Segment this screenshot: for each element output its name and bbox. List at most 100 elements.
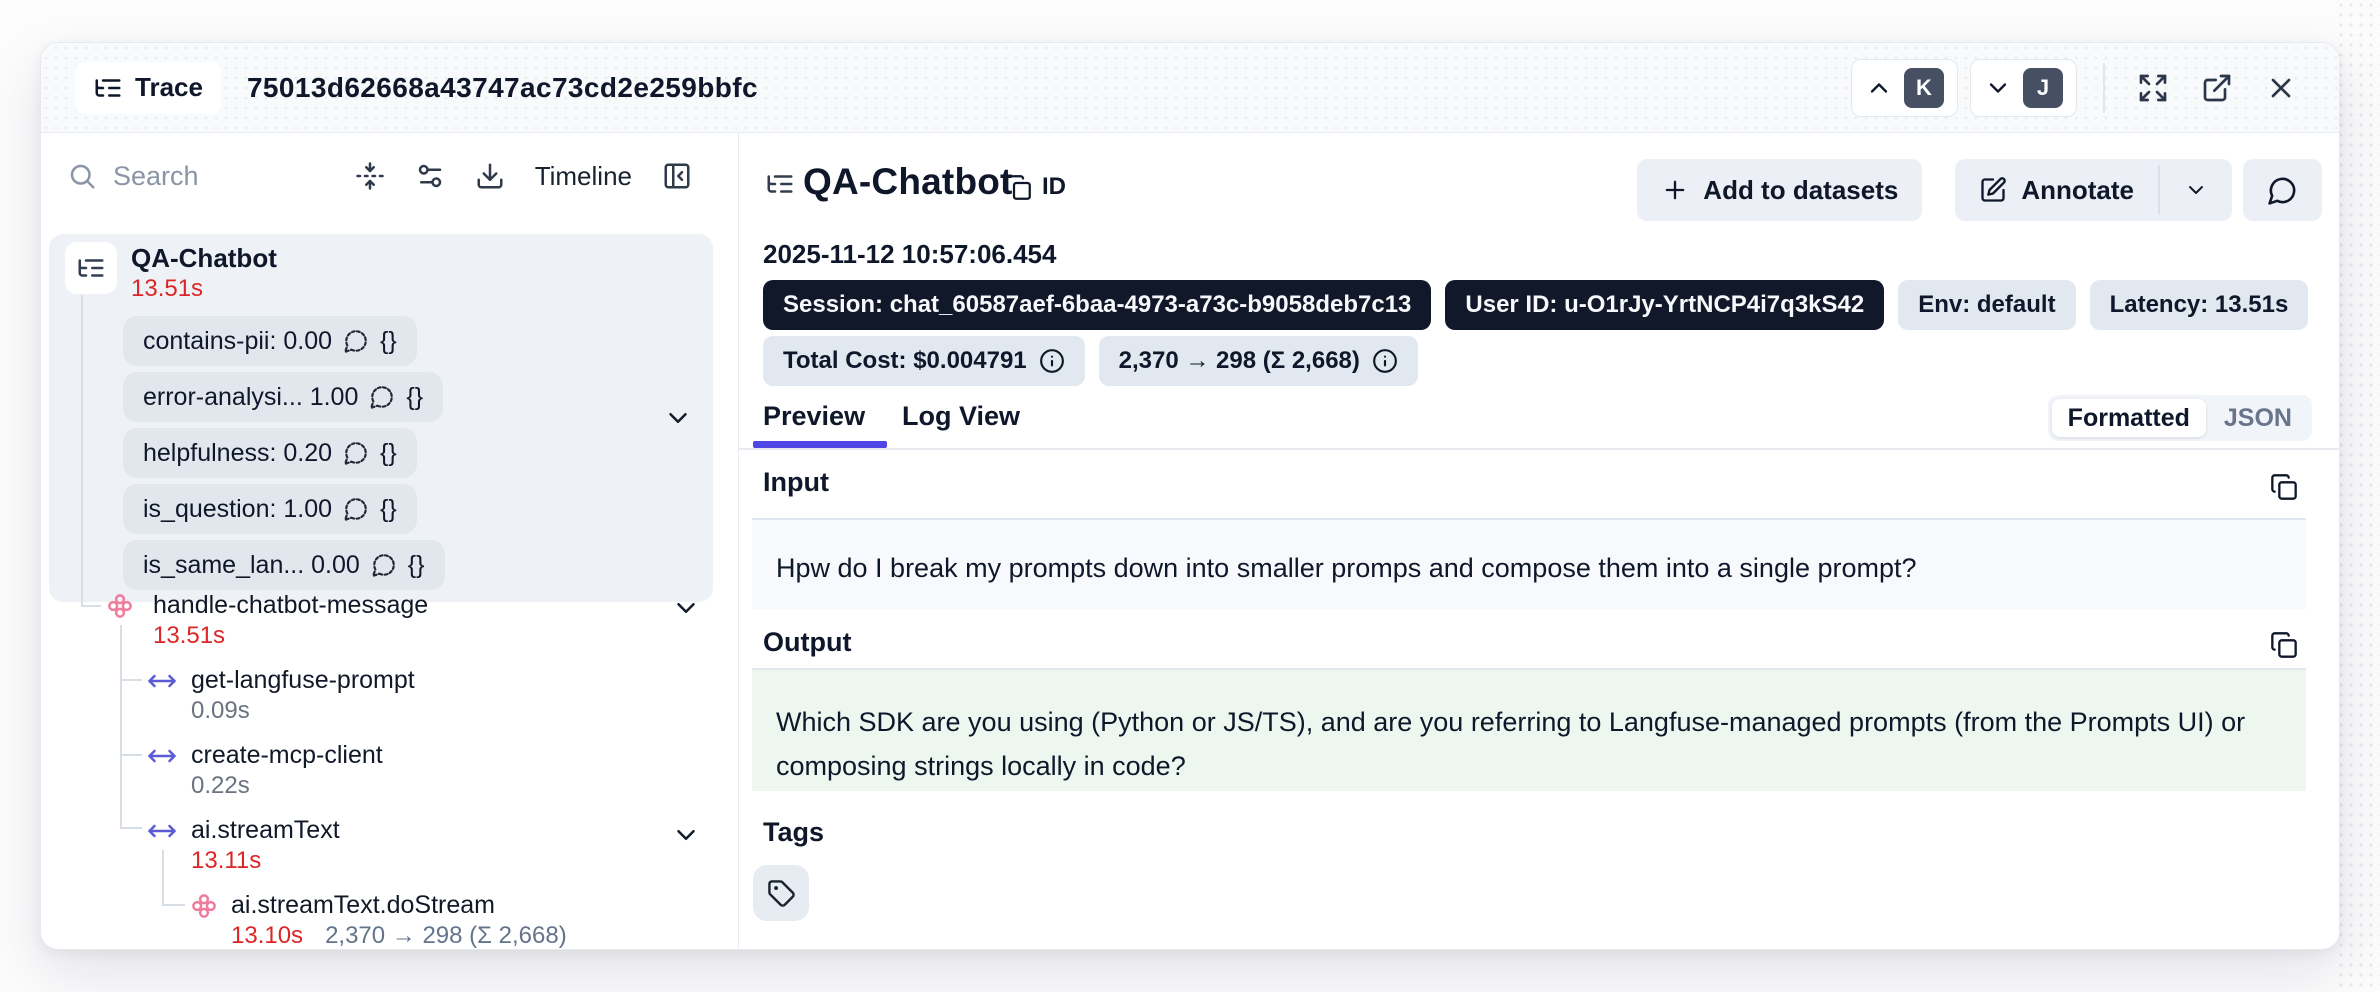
chevron-down-icon xyxy=(671,820,701,850)
latency-badge: Latency: 13.51s xyxy=(2090,280,2309,330)
plus-icon xyxy=(1661,176,1689,204)
info-icon xyxy=(1372,348,1398,374)
node-duration: 0.09s xyxy=(191,696,415,726)
trace-id: 75013d62668a43747ac73cd2e259bbfc xyxy=(247,72,758,104)
add-to-datasets-button[interactable]: Add to datasets xyxy=(1637,159,1922,221)
maximize-button[interactable] xyxy=(2129,64,2177,112)
comment-bubble-icon xyxy=(371,552,397,578)
keyboard-shortcut-j: J xyxy=(2023,68,2063,108)
keyboard-shortcut-k: K xyxy=(1904,68,1944,108)
input-section-heading: Input xyxy=(763,467,829,498)
tags-section-heading: Tags xyxy=(763,817,824,848)
chevron-down-icon xyxy=(663,403,693,433)
active-tab-indicator xyxy=(753,441,887,448)
detail-actions: Add to datasets Annotate xyxy=(1637,159,2322,221)
copy-input-button[interactable] xyxy=(2270,473,2298,501)
observation-detail-panel: QA-Chatbot ID Add to datasets Annotate xyxy=(739,133,2339,949)
node-label: create-mcp-client xyxy=(191,739,383,771)
total-cost-text: Total Cost: $0.004791 xyxy=(783,347,1027,375)
comments-button[interactable] xyxy=(2243,159,2322,221)
output-content-box: Which SDK are you using (Python or JS/TS… xyxy=(752,668,2306,791)
collapse-node-chevron[interactable] xyxy=(671,593,701,623)
annotate-dropdown-button[interactable] xyxy=(2160,159,2232,221)
tree-node-root-selected[interactable]: QA-Chatbot 13.51s contains-pii: 0.00 {} … xyxy=(49,234,713,602)
download-icon xyxy=(475,161,505,191)
score-metadata: {} xyxy=(380,495,397,524)
list-tree-icon xyxy=(765,169,795,199)
score-badge[interactable]: error-analysi... 1.00 {} xyxy=(123,372,443,422)
collapse-node-chevron[interactable] xyxy=(671,820,701,850)
span-icon xyxy=(147,816,177,846)
timeline-toggle[interactable]: Timeline xyxy=(535,161,632,192)
observation-tree: QA-Chatbot 13.51s contains-pii: 0.00 {} … xyxy=(41,219,738,949)
tree-node-ai-streamtext-dostream[interactable]: ai.streamText.doStream 13.10s 2,370 → 29… xyxy=(231,889,567,950)
copy-output-button[interactable] xyxy=(2270,631,2298,659)
score-metadata: {} xyxy=(380,327,397,356)
tree-node-create-mcp-client[interactable]: create-mcp-client 0.22s xyxy=(191,739,383,801)
toggle-json[interactable]: JSON xyxy=(2208,399,2308,437)
root-node-duration: 13.51s xyxy=(131,274,277,304)
tab-preview[interactable]: Preview xyxy=(763,401,865,432)
root-node-row: QA-Chatbot 13.51s xyxy=(65,242,697,304)
score-badge[interactable]: is_same_lan... 0.00 {} xyxy=(123,540,445,590)
score-badge[interactable]: is_question: 1.00 {} xyxy=(123,484,417,534)
panel-close-icon xyxy=(662,161,692,191)
tree-connector xyxy=(120,679,142,681)
collapse-observations-button[interactable] xyxy=(355,161,385,191)
search-input[interactable] xyxy=(113,161,339,192)
score-text: error-analysi... 1.00 xyxy=(143,383,358,412)
annotate-button[interactable]: Annotate xyxy=(1955,159,2158,221)
next-trace-button[interactable]: J xyxy=(1970,59,2077,117)
token-usage-badge[interactable]: 2,370 → 298 (Σ 2,668) xyxy=(1099,336,1418,386)
tree-node-ai-streamtext[interactable]: ai.streamText 13.11s xyxy=(191,814,340,876)
tabs-divider xyxy=(739,448,2339,450)
toggle-formatted[interactable]: Formatted xyxy=(2052,399,2206,437)
metadata-badges-row-2: Total Cost: $0.004791 2,370 → 298 (Σ 2,6… xyxy=(763,336,1418,386)
trace-tree-panel: Timeline xyxy=(41,133,739,949)
comment-bubble-icon xyxy=(2267,175,2298,206)
span-icon xyxy=(147,741,177,771)
annotate-split-button: Annotate xyxy=(1955,159,2232,221)
score-text: helpfulness: 0.20 xyxy=(143,439,332,468)
score-badge[interactable]: helpfulness: 0.20 {} xyxy=(123,428,417,478)
fold-vertical-icon xyxy=(355,161,385,191)
comment-bubble-icon xyxy=(343,496,369,522)
node-duration: 13.11s xyxy=(191,846,340,876)
session-badge[interactable]: Session: chat_60587aef-6baa-4973-a73c-b9… xyxy=(763,280,1431,330)
download-button[interactable] xyxy=(475,161,505,191)
tree-connector xyxy=(120,625,122,829)
copy-icon xyxy=(2270,631,2298,659)
total-cost-badge[interactable]: Total Cost: $0.004791 xyxy=(763,336,1085,386)
chevron-up-icon xyxy=(1865,74,1893,102)
generation-icon xyxy=(105,591,135,621)
list-tree-icon xyxy=(93,73,123,103)
open-external-button[interactable] xyxy=(2193,64,2241,112)
tree-node-handle-chatbot-message[interactable]: handle-chatbot-message 13.51s xyxy=(153,589,428,651)
collapse-root-chevron[interactable] xyxy=(663,403,693,433)
search-icon xyxy=(67,161,97,191)
comment-bubble-icon xyxy=(369,384,395,410)
tree-toolbar: Timeline xyxy=(41,133,738,219)
tab-log-view[interactable]: Log View xyxy=(902,401,1020,432)
output-text: Which SDK are you using (Python or JS/TS… xyxy=(765,700,2280,788)
tree-node-get-langfuse-prompt[interactable]: get-langfuse-prompt 0.09s xyxy=(191,664,415,726)
add-tag-button[interactable] xyxy=(753,865,809,921)
copy-icon xyxy=(2270,473,2298,501)
tag-icon xyxy=(767,879,796,908)
collapse-panel-button[interactable] xyxy=(662,161,692,191)
copy-id-button[interactable]: ID xyxy=(1005,173,1066,201)
generation-icon xyxy=(189,891,219,921)
tree-connector xyxy=(120,754,142,756)
add-to-datasets-label: Add to datasets xyxy=(1703,175,1898,206)
copy-icon xyxy=(1005,174,1032,201)
user-id-badge[interactable]: User ID: u-O1rJy-YrtNCP4i7q3kS42 xyxy=(1445,280,1884,330)
previous-trace-button[interactable]: K xyxy=(1851,59,1958,117)
score-badge[interactable]: contains-pii: 0.00 {} xyxy=(123,316,417,366)
close-button[interactable] xyxy=(2257,64,2305,112)
view-settings-button[interactable] xyxy=(415,161,445,191)
dialog-topbar: Trace 75013d62668a43747ac73cd2e259bbfc K… xyxy=(41,43,2339,133)
root-node-texts: QA-Chatbot 13.51s xyxy=(131,242,277,304)
score-metadata: {} xyxy=(380,439,397,468)
tree-connector xyxy=(81,295,83,607)
node-duration: 13.10s xyxy=(231,921,303,950)
